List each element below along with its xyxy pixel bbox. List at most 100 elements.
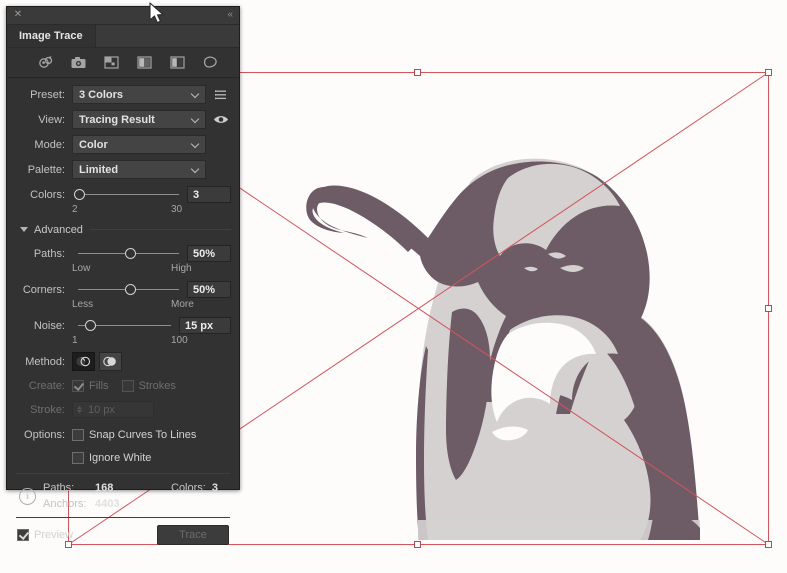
paths-slider-knob[interactable] bbox=[125, 248, 136, 259]
colors-value-field[interactable]: 3 bbox=[187, 186, 231, 203]
info-paths-value: 168 bbox=[95, 482, 114, 494]
chevron-down-icon bbox=[192, 115, 200, 123]
colors-slider[interactable] bbox=[72, 185, 183, 204]
strokes-label: Strokes bbox=[138, 379, 176, 392]
tab-image-trace[interactable]: Image Trace bbox=[7, 25, 96, 47]
ignore-white-checkbox[interactable] bbox=[72, 451, 84, 464]
info-colors-label: Colors: bbox=[171, 482, 206, 494]
paths-max-label: High bbox=[171, 263, 192, 274]
ignore-white-row: Ignore White bbox=[7, 447, 239, 468]
corners-row: Corners: 50% bbox=[7, 279, 239, 300]
palette-value: Limited bbox=[79, 163, 119, 176]
palette-label: Palette: bbox=[27, 163, 65, 176]
info-colors-value: 3 bbox=[211, 482, 218, 494]
create-label: Create: bbox=[28, 379, 65, 392]
advanced-label: Advanced bbox=[34, 223, 83, 236]
view-select[interactable]: Tracing Result bbox=[72, 110, 206, 129]
mode-label: Mode: bbox=[34, 138, 65, 151]
corners-slider-knob[interactable] bbox=[125, 284, 136, 295]
view-row: View: Tracing Result bbox=[7, 109, 239, 130]
panel-menu-icon[interactable] bbox=[211, 85, 231, 104]
colors-max-label: 30 bbox=[171, 204, 183, 215]
panel-body: Preset: 3 Colors View: Tracing Result Mo… bbox=[7, 78, 239, 545]
double-chevron-left-icon[interactable]: « bbox=[227, 9, 233, 21]
trace-button-label: Trace bbox=[179, 529, 207, 541]
preset-label: Preset: bbox=[30, 88, 65, 101]
ignore-white-label: Ignore White bbox=[89, 451, 152, 464]
advanced-section-header[interactable]: Advanced bbox=[7, 221, 231, 238]
panel-titlebar: ✕ « bbox=[7, 7, 239, 25]
corners-min-label: Less bbox=[72, 299, 94, 310]
eye-icon[interactable] bbox=[211, 110, 231, 129]
black-and-white-icon[interactable] bbox=[169, 54, 186, 71]
snap-curves-checkbox[interactable] bbox=[72, 428, 84, 441]
fills-checkbox[interactable] bbox=[72, 379, 84, 392]
noise-slider-knob[interactable] bbox=[85, 320, 96, 331]
options-label: Options: bbox=[24, 428, 65, 441]
create-row: Create: Fills Strokes bbox=[7, 375, 239, 396]
colors-scale: 2 30 bbox=[7, 204, 239, 217]
slider-track bbox=[78, 194, 179, 195]
noise-scale: 1 100 bbox=[7, 335, 239, 348]
snap-curves-label: Snap Curves To Lines bbox=[89, 428, 197, 441]
panel-tabstrip: Image Trace bbox=[7, 25, 239, 48]
info-paths-row: Paths: 168 Colors: 3 bbox=[43, 480, 288, 496]
view-label: View: bbox=[38, 113, 65, 126]
palette-select[interactable]: Limited bbox=[72, 160, 206, 179]
paths-min-label: Low bbox=[72, 263, 91, 274]
colors-label: Colors: bbox=[30, 188, 65, 201]
info-icon: i bbox=[19, 488, 36, 505]
chevron-down-icon bbox=[192, 90, 200, 98]
panel-footer: Preview Trace bbox=[7, 518, 239, 545]
stroke-value-field[interactable]: 10 px bbox=[72, 401, 154, 418]
app-window: ✕ « Image Trace Preset: 3 Colors View: T… bbox=[0, 0, 787, 573]
info-anchors-label: Anchors: bbox=[43, 498, 87, 510]
view-value: Tracing Result bbox=[79, 113, 155, 126]
fills-label: Fills bbox=[89, 379, 109, 392]
palette-row: Palette: Limited bbox=[7, 159, 239, 180]
method-overlapping-icon[interactable] bbox=[99, 352, 122, 371]
noise-value-field[interactable]: 15 px bbox=[179, 317, 231, 334]
colors-row: Colors: 3 bbox=[7, 184, 239, 205]
corners-max-label: More bbox=[171, 299, 194, 310]
paths-label: Paths: bbox=[33, 247, 65, 260]
info-anchors-value: 4403 bbox=[95, 498, 120, 510]
method-label: Method: bbox=[25, 355, 65, 368]
noise-slider[interactable] bbox=[72, 316, 175, 335]
info-paths-label: Paths: bbox=[43, 482, 75, 494]
preset-icon-row bbox=[7, 48, 239, 78]
preview-checkbox[interactable] bbox=[17, 529, 29, 541]
high-color-photo-icon[interactable] bbox=[70, 54, 87, 71]
mode-select[interactable]: Color bbox=[72, 135, 206, 154]
preset-row: Preset: 3 Colors bbox=[7, 84, 239, 105]
section-divider bbox=[89, 229, 231, 230]
colors-slider-knob[interactable] bbox=[74, 189, 85, 200]
corners-slider[interactable] bbox=[72, 280, 183, 299]
mode-row: Mode: Color bbox=[7, 134, 239, 155]
noise-min-label: 1 bbox=[72, 335, 78, 346]
paths-slider[interactable] bbox=[72, 244, 183, 263]
stepper-icon bbox=[75, 404, 84, 415]
info-anchors-row: Anchors: 4403 bbox=[43, 496, 288, 512]
mouse-pointer-cursor bbox=[149, 2, 164, 24]
outline-icon[interactable] bbox=[202, 54, 219, 71]
image-trace-panel[interactable]: ✕ « Image Trace Preset: 3 Colors View: T… bbox=[6, 6, 240, 545]
preset-select[interactable]: 3 Colors bbox=[72, 85, 206, 104]
grayscale-icon[interactable] bbox=[136, 54, 153, 71]
trace-info: i Paths: 168 Colors: 3 Anchors: 4403 bbox=[7, 474, 239, 517]
auto-color-icon[interactable] bbox=[37, 54, 54, 71]
low-color-icon[interactable] bbox=[103, 54, 120, 71]
stroke-label: Stroke: bbox=[30, 403, 65, 416]
corners-value-field[interactable]: 50% bbox=[187, 281, 231, 298]
paths-value-field[interactable]: 50% bbox=[187, 245, 231, 262]
chevron-down-icon bbox=[192, 140, 200, 148]
method-abutting-icon[interactable] bbox=[72, 352, 95, 371]
stroke-value: 10 px bbox=[88, 403, 115, 416]
trace-button[interactable]: Trace bbox=[157, 525, 229, 545]
close-icon[interactable]: ✕ bbox=[13, 10, 23, 20]
strokes-checkbox[interactable] bbox=[121, 379, 134, 392]
stroke-row: Stroke: 10 px bbox=[7, 399, 239, 420]
options-row: Options: Snap Curves To Lines bbox=[7, 424, 239, 445]
paths-scale: Low High bbox=[7, 263, 239, 276]
paths-row: Paths: 50% bbox=[7, 243, 239, 264]
